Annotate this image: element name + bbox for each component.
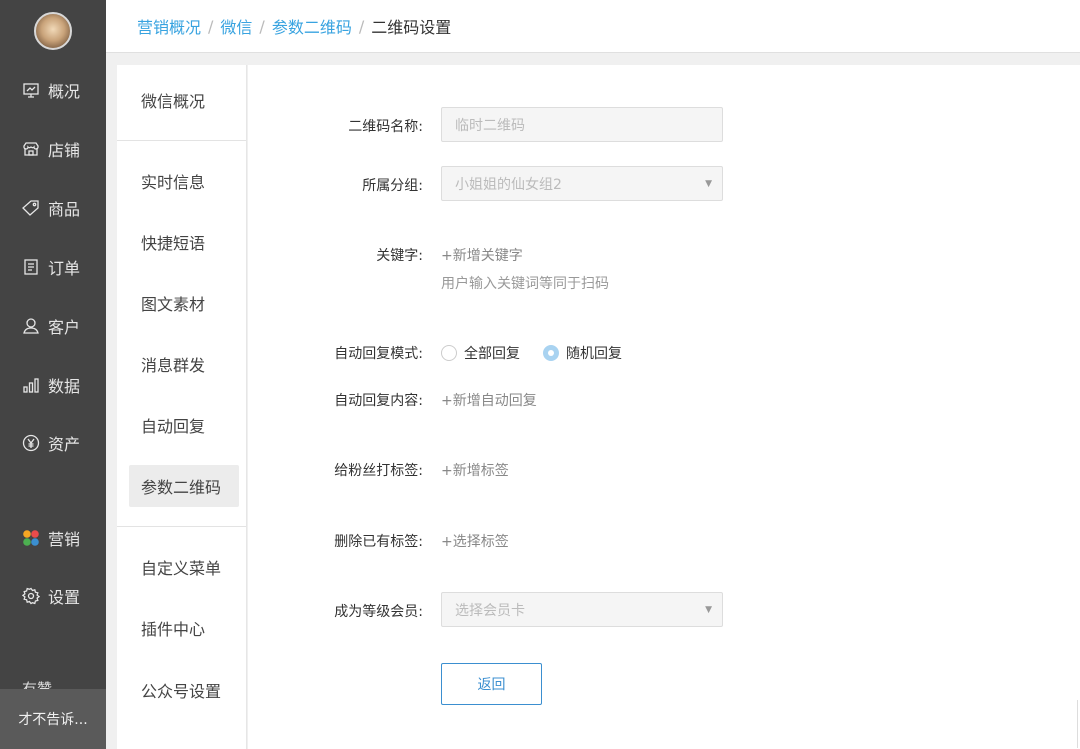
radio-label: 随机回复 (566, 346, 622, 362)
sidebar-item-label: 数据 (48, 377, 81, 396)
radio-circle-selected (543, 345, 559, 361)
radio-circle (441, 345, 457, 361)
sidebar-item-marketing[interactable]: 营销 (0, 518, 106, 558)
subnav-item-wechat-overview[interactable]: 微信概况 (129, 79, 239, 121)
keyword-label: 关键字: (376, 248, 423, 264)
avatar[interactable] (34, 12, 72, 50)
sidebar-item-label: 概况 (48, 82, 81, 101)
name-label: 二维码名称: (348, 119, 423, 135)
subnav-item-auto-reply[interactable]: 自动回复 (129, 404, 239, 446)
sidebar-item-label: 客户 (48, 318, 81, 337)
member-card-placeholder: 选择会员卡 (455, 602, 525, 619)
user-name[interactable]: 才不告诉... (0, 689, 106, 749)
subnav-item-plugins[interactable]: 插件中心 (129, 607, 239, 649)
group-select[interactable]: 小姐姐的仙女组2 ▼ (441, 166, 723, 201)
tag-label: 给粉丝打标签: (334, 463, 423, 479)
reply-content-label: 自动回复内容: (334, 393, 423, 409)
member-label: 成为等级会员: (334, 604, 423, 620)
sidebar-item-label: 商品 (48, 200, 81, 219)
group-select-value: 小姐姐的仙女组2 (455, 176, 562, 193)
sidebar-item-label: 订单 (48, 259, 81, 278)
keyword-hint: 用户输入关键词等同于扫码 (441, 276, 609, 292)
radio-label: 全部回复 (464, 346, 520, 362)
back-button[interactable]: 返回 (441, 663, 542, 705)
sidebar-item-label: 资产 (48, 435, 81, 454)
add-tag-link[interactable]: +新增标签 (441, 460, 509, 480)
subnav-item-quick-phrases[interactable]: 快捷短语 (129, 221, 239, 263)
add-auto-reply-link[interactable]: +新增自动回复 (441, 390, 537, 410)
breadcrumb-marketing-overview[interactable]: 营销概况 (137, 14, 201, 38)
select-tag-link[interactable]: +选择标签 (441, 531, 509, 551)
subnav-divider (117, 140, 246, 141)
qrcode-settings-form: 二维码名称: 临时二维码 所属分组: 小姐姐的仙女组2 ▼ 关键字: +新增关键… (248, 65, 1080, 749)
breadcrumb-current: 二维码设置 (371, 18, 452, 37)
remove-tag-label: 删除已有标签: (334, 534, 423, 550)
qrcode-name-placeholder: 临时二维码 (455, 117, 525, 134)
subnav-item-param-qrcode[interactable]: 参数二维码 (129, 465, 239, 507)
dashboard-icon (22, 81, 40, 99)
subnav-item-realtime[interactable]: 实时信息 (129, 160, 239, 202)
subnav-divider (117, 526, 246, 527)
shop-icon (22, 140, 40, 158)
breadcrumb: 营销概况 / 微信 / 参数二维码 / 二维码设置 (106, 0, 1080, 53)
wechat-subnav: 微信概况 实时信息 快捷短语 图文素材 消息群发 自动回复 参数二维码 自定义菜… (117, 65, 247, 749)
breadcrumb-separator: / (259, 16, 265, 36)
chevron-down-icon: ▼ (705, 605, 712, 615)
subnav-item-custom-menu[interactable]: 自定义菜单 (129, 546, 239, 588)
gear-icon (22, 587, 40, 605)
sidebar-item-customers[interactable]: 客户 (0, 306, 106, 346)
sidebar-item-assets[interactable]: 资产 (0, 423, 106, 463)
add-keyword-link[interactable]: +新增关键字 (441, 245, 523, 265)
breadcrumb-param-qrcode[interactable]: 参数二维码 (272, 14, 352, 38)
sidebar-item-orders[interactable]: 订单 (0, 247, 106, 287)
qrcode-name-input[interactable]: 临时二维码 (441, 107, 723, 142)
sidebar-item-data[interactable]: 数据 (0, 365, 106, 405)
sidebar-item-shop[interactable]: 店铺 (0, 129, 106, 169)
breadcrumb-separator: / (358, 16, 365, 36)
radio-reply-random[interactable]: 随机回复 (543, 343, 622, 363)
sidebar-item-settings[interactable]: 设置 (0, 576, 106, 616)
sidebar-item-goods[interactable]: 商品 (0, 188, 106, 228)
order-icon (22, 258, 40, 276)
main-sidebar: 概况 店铺 商品 订单 客户 数据 资产 营销 设置 有赞 才不告诉... (0, 0, 106, 749)
sidebar-item-label: 营销 (48, 530, 81, 549)
sidebar-item-clipped[interactable]: 有赞 (22, 680, 102, 689)
chevron-down-icon: ▼ (705, 179, 712, 189)
bar-chart-icon (22, 376, 40, 394)
sidebar-item-overview[interactable]: 概况 (0, 70, 106, 110)
sidebar-item-label: 店铺 (48, 141, 81, 160)
marketing-icon (22, 529, 40, 547)
subnav-item-account-settings[interactable]: 公众号设置 (129, 669, 239, 711)
tag-icon (22, 199, 40, 217)
breadcrumb-wechat[interactable]: 微信 (220, 14, 252, 38)
member-card-select[interactable]: 选择会员卡 ▼ (441, 592, 723, 627)
group-label: 所属分组: (362, 178, 423, 194)
reply-mode-label: 自动回复模式: (334, 346, 423, 362)
subnav-item-broadcast[interactable]: 消息群发 (129, 343, 239, 385)
user-icon (22, 317, 40, 335)
subnav-item-media[interactable]: 图文素材 (129, 282, 239, 324)
breadcrumb-separator: / (208, 16, 214, 36)
yen-icon (22, 434, 40, 452)
sidebar-item-label: 设置 (48, 588, 81, 607)
radio-reply-all[interactable]: 全部回复 (441, 343, 520, 363)
